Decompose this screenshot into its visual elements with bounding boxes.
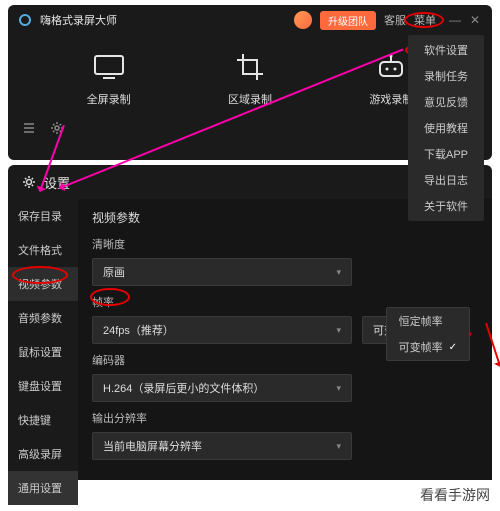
sidebar-item-keyboard[interactable]: 键盘设置 <box>8 369 78 403</box>
encoder-value: H.264（录屏后更小的文件体积） <box>103 380 264 396</box>
clarity-value: 原画 <box>103 264 125 280</box>
crop-icon <box>234 53 266 81</box>
sidebar-item-mouse[interactable]: 鼠标设置 <box>8 335 78 369</box>
menu-item-tutorial[interactable]: 使用教程 <box>408 115 484 141</box>
clarity-select[interactable]: 原画 ▾ <box>92 258 352 286</box>
window-controls: — ✕ <box>448 13 482 27</box>
fps-option-variable[interactable]: 可变帧率 ✓ <box>387 334 469 360</box>
output-select[interactable]: 当前电脑屏幕分辨率 ▾ <box>92 432 352 460</box>
mode-game[interactable]: 游戏录制 <box>369 53 413 107</box>
main-window: 嗨格式录屏大师 升级团队 客服 菜单 — ✕ 全屏录制 区域录制 游戏录制 <box>8 5 492 160</box>
encoder-select[interactable]: H.264（录屏后更小的文件体积） ▾ <box>92 374 352 402</box>
mode-region[interactable]: 区域录制 <box>228 53 272 107</box>
chevron-down-icon: ▾ <box>336 325 341 336</box>
sidebar-item-video-params[interactable]: 视频参数 <box>8 267 78 301</box>
menu-item-export-log[interactable]: 导出日志 <box>408 167 484 193</box>
monitor-icon <box>93 53 125 81</box>
robot-icon <box>375 53 407 81</box>
mode-label: 游戏录制 <box>369 91 413 107</box>
output-value: 当前电脑屏幕分辨率 <box>103 438 202 454</box>
app-logo-icon <box>18 13 32 27</box>
sidebar-item-general[interactable]: 通用设置 <box>8 471 78 505</box>
settings-title: 设置 <box>44 173 458 192</box>
menu-item-settings[interactable]: 软件设置 <box>408 37 484 63</box>
chevron-down-icon: ▾ <box>336 383 341 394</box>
main-menu-dropdown: 软件设置 录制任务 意见反馈 使用教程 下载APP 导出日志 关于软件 <box>408 35 484 221</box>
watermark: 看看手游网 <box>420 485 490 505</box>
gear-icon <box>22 175 36 189</box>
clarity-label: 清晰度 <box>92 236 478 252</box>
mode-label: 全屏录制 <box>87 91 131 107</box>
support-link[interactable]: 客服 <box>384 12 406 28</box>
list-icon[interactable] <box>22 121 36 135</box>
fps-option-constant[interactable]: 恒定帧率 <box>387 308 469 334</box>
app-title: 嗨格式录屏大师 <box>40 12 286 28</box>
menu-item-download[interactable]: 下载APP <box>408 141 484 167</box>
settings-icon[interactable] <box>50 121 64 135</box>
menu-item-about[interactable]: 关于软件 <box>408 193 484 219</box>
mode-label: 区域录制 <box>228 91 272 107</box>
avatar[interactable] <box>294 11 312 29</box>
sidebar-item-advanced[interactable]: 高级录屏 <box>8 437 78 471</box>
fps-option-label: 恒定帧率 <box>399 313 443 329</box>
menu-item-feedback[interactable]: 意见反馈 <box>408 89 484 115</box>
upgrade-button[interactable]: 升级团队 <box>320 11 376 30</box>
chevron-down-icon: ▾ <box>336 441 341 452</box>
settings-sidebar: 保存目录 文件格式 视频参数 音频参数 鼠标设置 键盘设置 快捷键 高级录屏 通… <box>8 199 78 480</box>
chevron-down-icon: ▾ <box>336 267 341 278</box>
sidebar-item-shortcuts[interactable]: 快捷键 <box>8 403 78 437</box>
fps-option-label: 可变帧率 <box>399 339 443 355</box>
output-label: 输出分辨率 <box>92 410 478 426</box>
sidebar-item-file-format[interactable]: 文件格式 <box>8 233 78 267</box>
fps-select[interactable]: 24fps（推荐） ▾ <box>92 316 352 344</box>
titlebar: 嗨格式录屏大师 升级团队 客服 菜单 — ✕ <box>8 5 492 35</box>
minimize-icon[interactable]: — <box>448 13 462 27</box>
menu-item-tasks[interactable]: 录制任务 <box>408 63 484 89</box>
mode-fullscreen[interactable]: 全屏录制 <box>87 53 131 107</box>
menu-link[interactable]: 菜单 <box>414 12 436 28</box>
check-icon: ✓ <box>449 342 457 353</box>
sidebar-item-save-dir[interactable]: 保存目录 <box>8 199 78 233</box>
fps-value: 24fps（推荐） <box>103 322 174 338</box>
fps-mode-menu: 恒定帧率 可变帧率 ✓ <box>386 307 470 361</box>
close-icon[interactable]: ✕ <box>468 13 482 27</box>
sidebar-item-audio-params[interactable]: 音频参数 <box>8 301 78 335</box>
